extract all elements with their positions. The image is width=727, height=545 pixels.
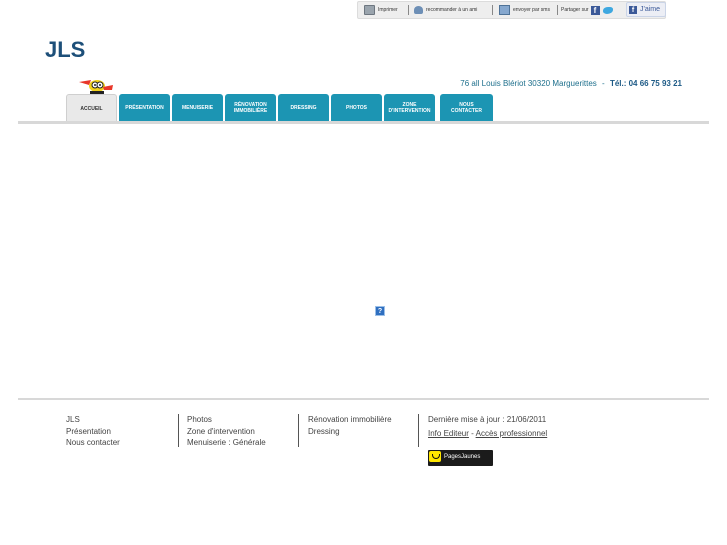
footer-link-dressing[interactable]: Dressing: [308, 426, 392, 438]
divider: [557, 5, 558, 15]
share-label: Partager sur: [561, 7, 589, 13]
footer-link-contact[interactable]: Nous contacter: [66, 437, 120, 449]
share-toolbar: Imprimer recommander à un ami envoyer pa…: [357, 1, 666, 19]
tab-photos[interactable]: Photos: [331, 94, 382, 122]
divider: [492, 5, 493, 15]
phone-number: Tél.: 04 66 75 93 21: [609, 79, 682, 88]
printer-icon: [364, 5, 375, 15]
footer-divider: [178, 414, 179, 447]
mail-icon: [499, 5, 510, 15]
footer-link-renovation[interactable]: Rénovation immobilière: [308, 414, 392, 426]
footer-link-menuiserie[interactable]: Menuiserie : Générale: [187, 437, 266, 449]
divider: [408, 5, 409, 15]
tab-label: Présentation: [125, 105, 164, 111]
tab-label: Zone d'intervention: [388, 102, 431, 114]
twitter-icon[interactable]: [602, 6, 613, 14]
tab-contact[interactable]: Nous contacter: [440, 94, 493, 122]
tab-label: Dressing: [290, 105, 317, 111]
footer-divider: [298, 414, 299, 447]
footer-link-zone[interactable]: Zone d'intervention: [187, 426, 266, 438]
tab-dressing[interactable]: Dressing: [278, 94, 329, 122]
contact-info: 76 all Louis Blériot 30320 Marguerittes …: [460, 79, 682, 88]
tab-label: Rénovation immobilière: [233, 102, 268, 114]
footer-link-presentation[interactable]: Présentation: [66, 426, 120, 438]
footer-links-col3: Rénovation immobilière Dressing: [308, 414, 392, 437]
footer-meta: Dernière mise à jour : 21/06/2011 Info E…: [428, 414, 547, 439]
footer-link-photos[interactable]: Photos: [187, 414, 266, 426]
pagesjaunes-badge[interactable]: PagesJaunes: [428, 450, 493, 466]
recommend-link[interactable]: recommander à un ami: [414, 2, 477, 18]
footer-links-col2: Photos Zone d'intervention Menuiserie : …: [187, 414, 266, 449]
send-sms-link[interactable]: envoyer par sms: [499, 2, 550, 18]
separator: -: [602, 79, 605, 88]
tab-accueil[interactable]: Accueil: [66, 94, 117, 122]
tab-menuiserie[interactable]: Menuiserie: [172, 94, 223, 122]
separator: -: [471, 428, 474, 438]
footer-links-col1: JLS Présentation Nous contacter: [66, 414, 120, 449]
address-text: 76 all Louis Blériot 30320 Marguerittes: [460, 79, 597, 88]
tab-label: Nous contacter: [450, 102, 482, 114]
footer-divider: [418, 414, 419, 447]
print-label: Imprimer: [378, 7, 398, 13]
recommend-label: recommander à un ami: [426, 7, 478, 13]
send-label: envoyer par sms: [513, 7, 550, 13]
mascot-icon: [79, 80, 113, 94]
facebook-icon[interactable]: f: [590, 5, 600, 15]
tab-renovation[interactable]: Rénovation immobilière: [225, 94, 276, 122]
pagesjaunes-label: PagesJaunes: [444, 454, 481, 460]
footer-divider: [18, 398, 709, 400]
tab-label: Menuiserie: [181, 105, 214, 111]
people-icon: [414, 6, 423, 14]
footer-meta-links: Info Editeur - Accès professionnel: [428, 428, 547, 440]
like-button[interactable]: f J'aime: [626, 2, 666, 17]
footer-link-jls[interactable]: JLS: [66, 414, 120, 426]
tab-presentation[interactable]: Présentation: [119, 94, 170, 122]
info-editor-link[interactable]: Info Editeur: [428, 429, 469, 438]
missing-plugin-icon[interactable]: ?: [375, 306, 385, 316]
facebook-icon: f: [629, 5, 637, 14]
print-link[interactable]: Imprimer: [364, 2, 398, 18]
share-group: Partager sur f: [561, 2, 613, 18]
tab-label: Photos: [345, 105, 368, 111]
like-label: J'aime: [640, 6, 661, 13]
header-divider: [18, 121, 709, 124]
tab-zone[interactable]: Zone d'intervention: [384, 94, 435, 122]
site-logo[interactable]: JLS: [45, 37, 85, 63]
pagesjaunes-logo-icon: [429, 451, 441, 462]
pro-access-link[interactable]: Accès professionnel: [476, 429, 548, 438]
last-update: Dernière mise à jour : 21/06/2011: [428, 415, 547, 424]
tab-label: Accueil: [80, 105, 103, 112]
